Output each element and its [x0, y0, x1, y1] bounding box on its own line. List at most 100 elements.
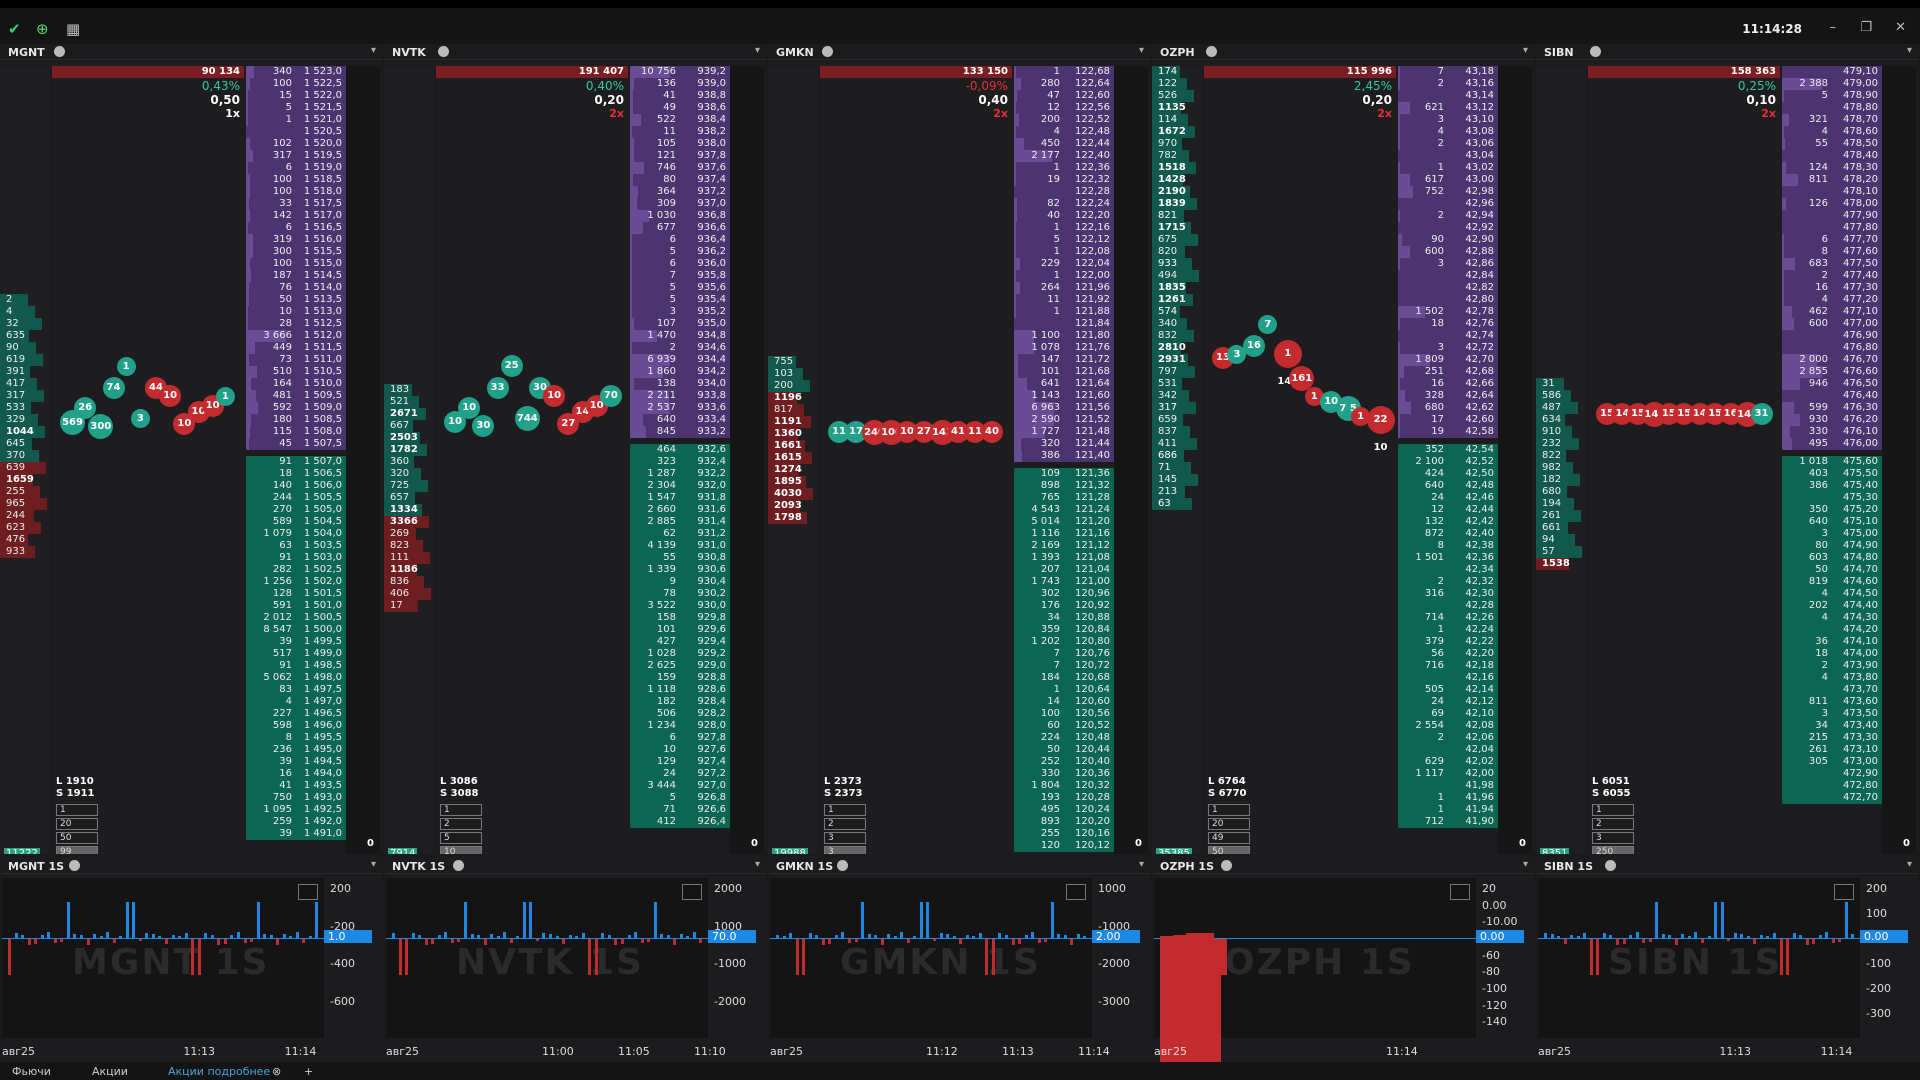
ask-row[interactable]: 55 478,50 — [1782, 138, 1882, 150]
bid-row[interactable]: 91 1 503,0 — [246, 552, 346, 564]
bid-row[interactable]: 4 139 931,0 — [630, 540, 730, 552]
bid-row[interactable]: 412 926,4 — [630, 816, 730, 828]
tab-futures[interactable]: Фьючи — [12, 1065, 51, 1078]
bid-row[interactable]: 62 931,2 — [630, 528, 730, 540]
bid-row[interactable]: 24 42,12 — [1398, 696, 1498, 708]
bid-row[interactable]: 1 41,96 — [1398, 792, 1498, 804]
ask-row[interactable]: 476,40 — [1782, 390, 1882, 402]
tab-stocks-detailed[interactable]: Акции подробнее — [168, 1065, 270, 1078]
bid-row[interactable]: 83 1 497,5 — [246, 684, 346, 696]
bid-row[interactable]: 386 475,40 — [1782, 480, 1882, 492]
expand-icon[interactable] — [1066, 884, 1086, 900]
bid-row[interactable]: 872 42,40 — [1398, 528, 1498, 540]
bid-row[interactable]: 1 547 931,8 — [630, 492, 730, 504]
ask-row[interactable]: 3 42,86 — [1398, 258, 1498, 270]
bid-row[interactable]: 598 1 496,0 — [246, 720, 346, 732]
ask-row[interactable]: 51 521,5 — [246, 102, 346, 114]
ask-row[interactable]: 42,74 — [1398, 330, 1498, 342]
ask-row[interactable]: 73 1 511,0 — [246, 354, 346, 366]
bid-row[interactable]: 140 1 506,0 — [246, 480, 346, 492]
ask-row[interactable]: 640 933,4 — [630, 414, 730, 426]
bid-row[interactable]: 132 42,42 — [1398, 516, 1498, 528]
ask-row[interactable]: 2 855 476,60 — [1782, 366, 1882, 378]
dropdown-icon[interactable]: ▾ — [755, 859, 760, 870]
bid-row[interactable]: 472,90 — [1782, 768, 1882, 780]
bid-row[interactable]: 56 42,20 — [1398, 648, 1498, 660]
bid-row[interactable]: 359 120,84 — [1014, 624, 1114, 636]
ask-row[interactable]: 1 43,02 — [1398, 162, 1498, 174]
bid-row[interactable]: 472,80 — [1782, 780, 1882, 792]
ask-row[interactable]: 930 476,20 — [1782, 414, 1882, 426]
bid-row[interactable]: 1 41,94 — [1398, 804, 1498, 816]
ask-row[interactable]: 5 935,4 — [630, 294, 730, 306]
bid-row[interactable]: 91 1 498,5 — [246, 660, 346, 672]
ask-row[interactable]: 476,80 — [1782, 342, 1882, 354]
bid-row[interactable]: 244 1 505,5 — [246, 492, 346, 504]
bid-row[interactable]: 640 42,48 — [1398, 480, 1498, 492]
ask-row[interactable]: 2 42,94 — [1398, 210, 1498, 222]
bid-row[interactable]: 252 120,40 — [1014, 756, 1114, 768]
bid-row[interactable]: 100 120,56 — [1014, 708, 1114, 720]
ask-row[interactable]: 11 121,92 — [1014, 294, 1114, 306]
bid-row[interactable]: 893 120,20 — [1014, 816, 1114, 828]
ask-row[interactable]: 10 1 513,0 — [246, 306, 346, 318]
bid-row[interactable]: 128 1 501,5 — [246, 588, 346, 600]
bid-row[interactable]: 589 1 504,5 — [246, 516, 346, 528]
bid-row[interactable]: 350 475,20 — [1782, 504, 1882, 516]
ask-row[interactable]: 1 727 121,48 — [1014, 426, 1114, 438]
bid-row[interactable]: 330 120,36 — [1014, 768, 1114, 780]
ask-row[interactable]: 2 934,6 — [630, 342, 730, 354]
ask-row[interactable]: 17 42,60 — [1398, 414, 1498, 426]
ask-row[interactable]: 364 937,2 — [630, 186, 730, 198]
quantity-preset[interactable]: 50 — [56, 832, 98, 844]
ask-row[interactable]: 478,80 — [1782, 102, 1882, 114]
bid-row[interactable]: 714 42,26 — [1398, 612, 1498, 624]
bid-row[interactable]: 42,34 — [1398, 564, 1498, 576]
bid-row[interactable]: 60 120,52 — [1014, 720, 1114, 732]
bid-row[interactable]: 78 930,2 — [630, 588, 730, 600]
maximize-button[interactable]: ❐ — [1860, 20, 1872, 35]
ask-row[interactable]: 42,96 — [1398, 198, 1498, 210]
ask-row[interactable]: 1 502 42,78 — [1398, 306, 1498, 318]
ask-row[interactable]: 180 1 508,5 — [246, 414, 346, 426]
expand-icon[interactable] — [1834, 884, 1854, 900]
minimize-button[interactable]: – — [1830, 20, 1837, 35]
bid-row[interactable]: 270 1 505,0 — [246, 504, 346, 516]
ask-row[interactable]: 102 1 520,0 — [246, 138, 346, 150]
ask-row[interactable]: 946 476,50 — [1782, 378, 1882, 390]
bid-row[interactable]: 316 42,30 — [1398, 588, 1498, 600]
bid-row[interactable]: 159 928,8 — [630, 672, 730, 684]
ask-row[interactable]: 845 933,2 — [630, 426, 730, 438]
bid-row[interactable]: 1 202 120,80 — [1014, 636, 1114, 648]
ask-row[interactable]: 5 122,12 — [1014, 234, 1114, 246]
bid-row[interactable]: 4 543 121,24 — [1014, 504, 1114, 516]
ask-row[interactable]: 477,90 — [1782, 210, 1882, 222]
bid-row[interactable]: 5 014 121,20 — [1014, 516, 1114, 528]
ask-row[interactable]: 340 1 523,0 — [246, 66, 346, 78]
ask-row[interactable]: 138 934,0 — [630, 378, 730, 390]
ask-row[interactable]: 2 177 122,40 — [1014, 150, 1114, 162]
bid-row[interactable]: 41,98 — [1398, 780, 1498, 792]
bid-row[interactable]: 3 473,50 — [1782, 708, 1882, 720]
bid-row[interactable]: 424 42,50 — [1398, 468, 1498, 480]
bid-row[interactable]: 261 473,10 — [1782, 744, 1882, 756]
ask-row[interactable]: 164 1 510,0 — [246, 378, 346, 390]
ask-row[interactable]: 2 43,16 — [1398, 78, 1498, 90]
bid-row[interactable]: 42,04 — [1398, 744, 1498, 756]
ask-row[interactable]: 300 1 515,5 — [246, 246, 346, 258]
ask-row[interactable]: 6 936,0 — [630, 258, 730, 270]
bid-row[interactable]: 819 474,60 — [1782, 576, 1882, 588]
bottom-close-icon[interactable] — [837, 860, 848, 871]
ask-row[interactable]: 321 478,70 — [1782, 114, 1882, 126]
bid-row[interactable]: 495 120,24 — [1014, 804, 1114, 816]
ask-row[interactable]: 386 121,40 — [1014, 450, 1114, 462]
ask-row[interactable]: 1 078 121,76 — [1014, 342, 1114, 354]
quantity-preset[interactable]: 20 — [1208, 818, 1250, 830]
ask-row[interactable]: 90 42,90 — [1398, 234, 1498, 246]
ask-row[interactable]: 49 938,6 — [630, 102, 730, 114]
bid-row[interactable]: 50 474,70 — [1782, 564, 1882, 576]
ask-row[interactable]: 481 1 509,5 — [246, 390, 346, 402]
ask-row[interactable]: 3 666 1 512,0 — [246, 330, 346, 342]
ask-row[interactable]: 61 516,5 — [246, 222, 346, 234]
ask-row[interactable]: 680 42,62 — [1398, 402, 1498, 414]
